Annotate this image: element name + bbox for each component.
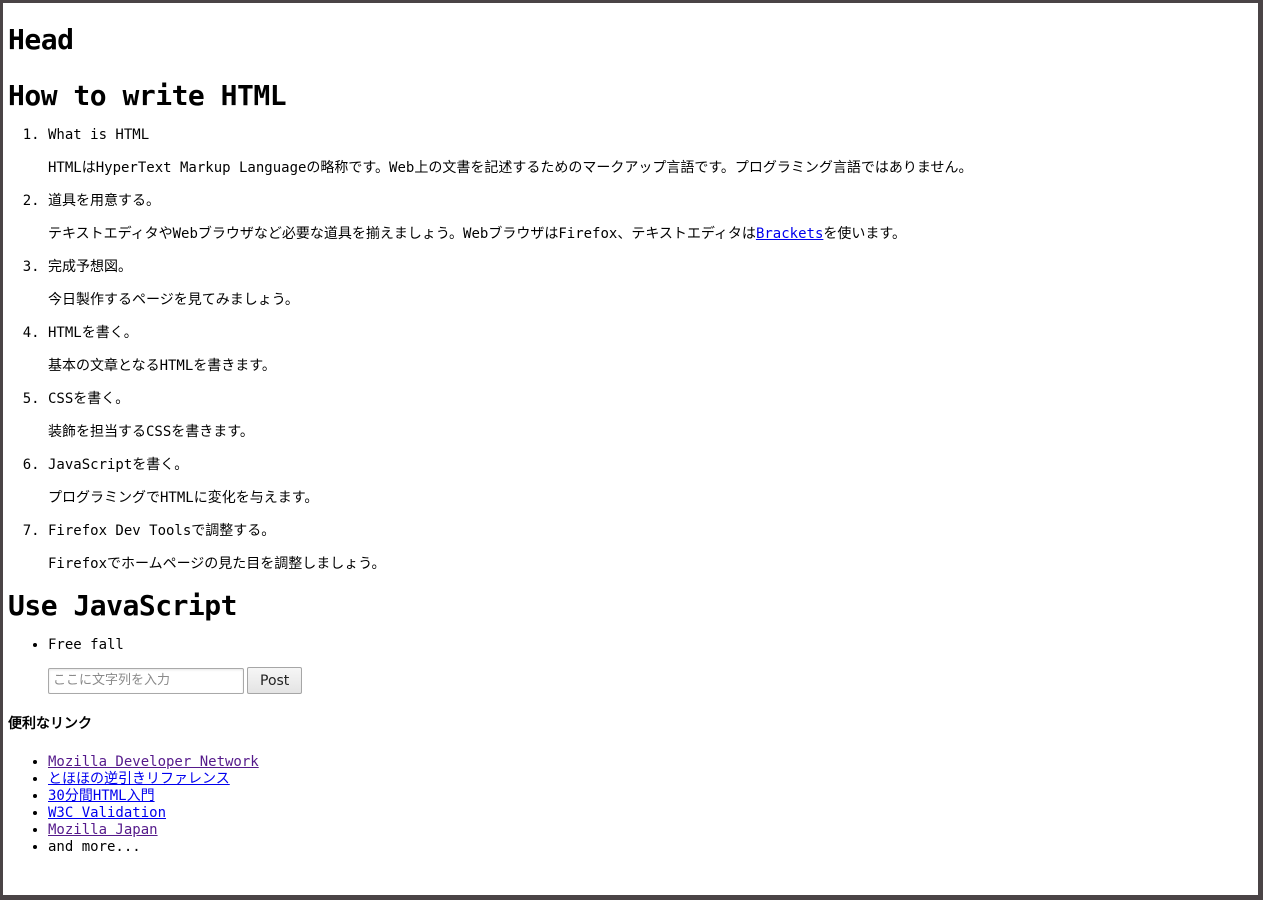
list-item: Mozilla Developer Network	[48, 754, 1253, 771]
list-item: and more...	[48, 839, 1253, 856]
text-input[interactable]	[48, 667, 244, 694]
step-item: 完成予想図。 今日製作するページを見てみましょう。	[48, 257, 1253, 310]
step-description: テキストエディタやWebブラウザなど必要な道具を揃えましょう。WebブラウザはF…	[48, 224, 1253, 244]
step-description: 基本の文章となるHTMLを書きます。	[48, 358, 276, 374]
steps-list: What is HTML HTMLはHyperText Markup Langu…	[8, 125, 1253, 574]
step-title: HTMLを書く。	[48, 325, 138, 341]
step-item: HTMLを書く。 基本の文章となるHTMLを書きます。	[48, 323, 1253, 376]
step-item: 道具を用意する。 テキストエディタやWebブラウザなど必要な道具を揃えましょう。…	[48, 191, 1253, 244]
post-button[interactable]: Post	[247, 667, 303, 694]
use-js-list: Free fall	[8, 635, 1253, 655]
step-title: Firefox Dev Toolsで調整する。	[48, 523, 276, 539]
list-item: Free fall	[48, 635, 1253, 655]
step-title: 道具を用意する。	[48, 193, 160, 209]
step-description: 装飾を担当するCSSを書きます。	[48, 424, 254, 440]
useful-links-list: Mozilla Developer Network とほほの逆引きリファレンス …	[8, 754, 1253, 856]
w3c-validation-link[interactable]: W3C Validation	[48, 805, 166, 821]
step-title: What is HTML	[48, 127, 150, 143]
post-form: Post	[48, 667, 1253, 694]
step-description: 今日製作するページを見てみましょう。	[48, 292, 299, 308]
tohoho-link[interactable]: とほほの逆引きリファレンス	[48, 771, 230, 787]
mdn-link[interactable]: Mozilla Developer Network	[48, 754, 259, 770]
useful-links-heading: 便利なリンク	[8, 716, 92, 732]
step-title: JavaScriptを書く。	[48, 457, 189, 473]
browser-viewport: Head How to write HTML What is HTML HTML…	[3, 3, 1258, 895]
step-item: CSSを書く。 装飾を担当するCSSを書きます。	[48, 389, 1253, 442]
step-description-text: を使います。	[823, 226, 906, 242]
list-item: Mozilla Japan	[48, 822, 1253, 839]
step-description: HTMLはHyperText Markup Languageの略称です。Web上…	[48, 160, 973, 176]
howto-heading: How to write HTML	[8, 79, 287, 112]
use-javascript-heading: Use JavaScript	[8, 589, 238, 622]
step-description: プログラミングでHTMLに変化を与えます。	[48, 490, 319, 506]
step-title: CSSを書く。	[48, 391, 130, 407]
step-item: Firefox Dev Toolsで調整する。 Firefoxでホームページの見…	[48, 521, 1253, 574]
mozilla-japan-link[interactable]: Mozilla Japan	[48, 822, 158, 838]
step-item: JavaScriptを書く。 プログラミングでHTMLに変化を与えます。	[48, 455, 1253, 508]
page-head-title: Head	[8, 23, 74, 56]
step-description-text: テキストエディタやWebブラウザなど必要な道具を揃えましょう。WebブラウザはF…	[48, 226, 756, 242]
page-content: Head How to write HTML What is HTML HTML…	[3, 21, 1258, 856]
list-item: W3C Validation	[48, 805, 1253, 822]
step-title: 完成予想図。	[48, 259, 132, 275]
html-intro-link[interactable]: 30分間HTML入門	[48, 788, 155, 804]
list-item: 30分間HTML入門	[48, 788, 1253, 805]
brackets-link[interactable]: Brackets	[756, 226, 823, 242]
list-item: とほほの逆引きリファレンス	[48, 771, 1253, 788]
step-item: What is HTML HTMLはHyperText Markup Langu…	[48, 125, 1253, 178]
step-description: Firefoxでホームページの見た目を調整しましょう。	[48, 556, 386, 572]
